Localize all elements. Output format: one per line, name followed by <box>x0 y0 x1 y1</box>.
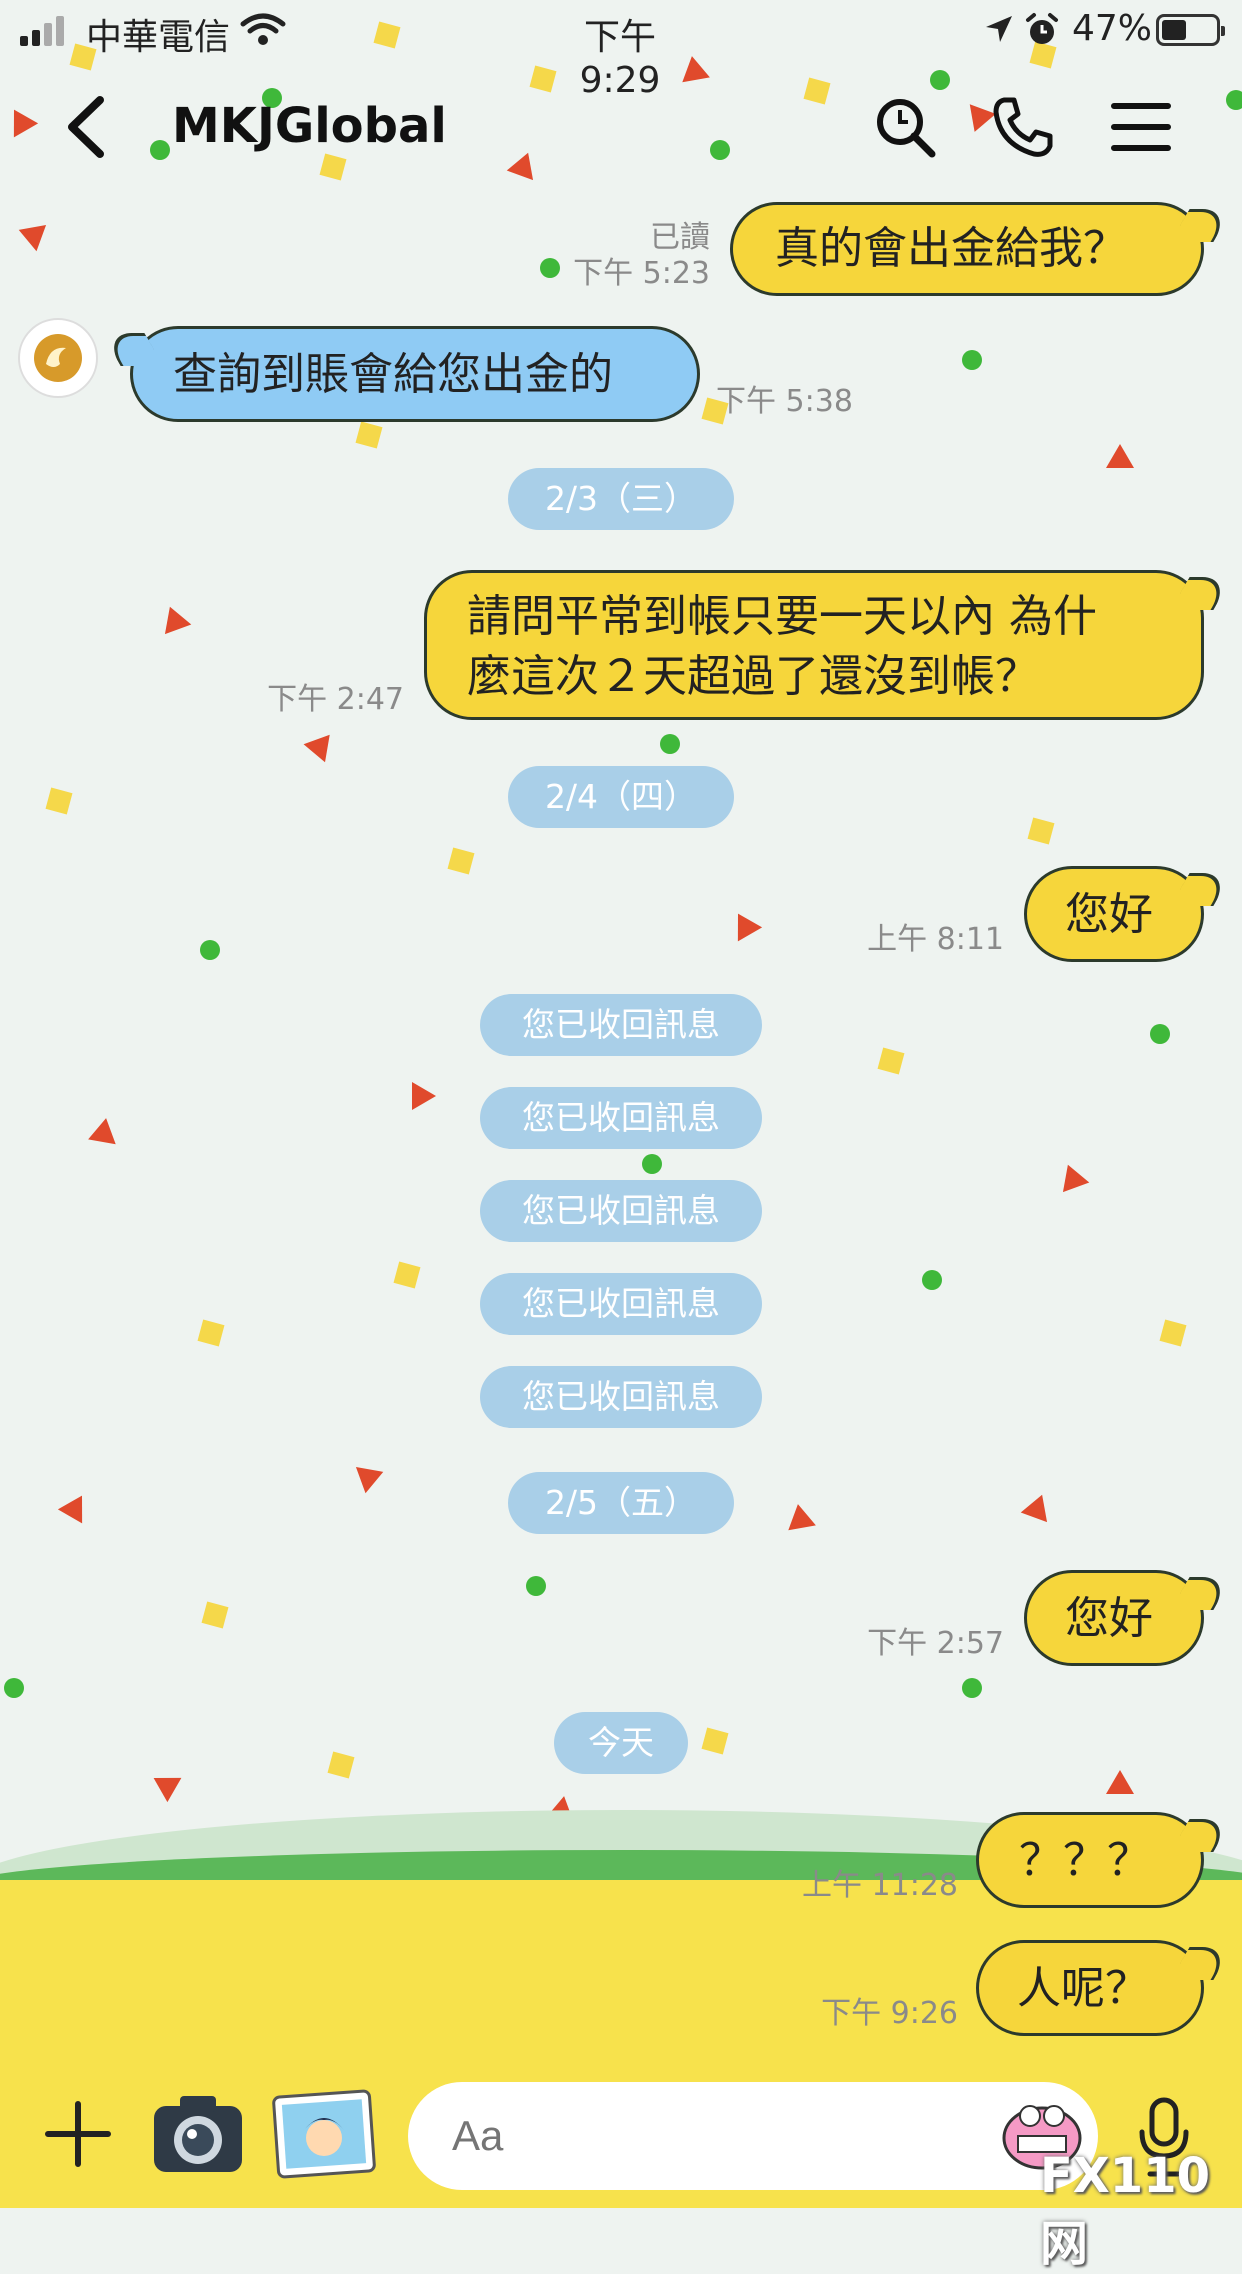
location-icon <box>986 16 1012 42</box>
message-text: 您好 <box>1065 889 1153 940</box>
date-separator: 2/3（三） <box>508 468 734 530</box>
message-bubble-sent[interactable]: 您好 <box>1024 1570 1204 1666</box>
battery-icon <box>1156 14 1225 46</box>
date-separator: 今天 <box>554 1712 688 1774</box>
phone-icon[interactable] <box>990 94 1056 160</box>
alarm-icon <box>1026 13 1058 44</box>
photo-icon[interactable] <box>272 2088 376 2180</box>
wifi-icon <box>240 13 286 45</box>
signal-icon <box>20 16 70 46</box>
message-bubble-sent[interactable]: 請問平常到帳只要一天以內 為什 麼這次２天超過了還沒到帳？ <box>424 570 1204 720</box>
status-time: 下午 9:29 <box>579 17 661 101</box>
plus-icon[interactable] <box>40 2096 116 2172</box>
date-separator: 2/4（四） <box>508 766 734 828</box>
message-text: 您好 <box>1065 1593 1153 1644</box>
message-bubble-sent[interactable]: 您好 <box>1024 866 1204 962</box>
message-time: 下午 9:26 <box>821 1996 958 2031</box>
camera-icon[interactable] <box>150 2088 246 2178</box>
unsent-notice: 您已收回訊息 <box>480 1087 762 1149</box>
battery-percent: 47% <box>1072 8 1153 49</box>
search-icon[interactable] <box>872 94 938 160</box>
message-time: 下午 2:47 <box>267 682 404 717</box>
message-text: 查詢到賬會給您出金的 <box>173 349 613 400</box>
read-receipt: 已讀 <box>650 220 710 255</box>
message-bubble-sent[interactable]: 人呢？ <box>976 1940 1204 2036</box>
chat-title: MKJGlobal <box>172 98 447 154</box>
message-bubble-sent[interactable]: ？？？ <box>976 1812 1204 1908</box>
date-separator: 2/5（五） <box>508 1472 734 1534</box>
message-bubble-sent[interactable]: 真的會出金給我？ <box>730 202 1204 296</box>
message-bubble-received[interactable]: 查詢到賬會給您出金的 <box>130 326 700 422</box>
unsent-notice: 您已收回訊息 <box>480 994 762 1056</box>
message-time: 上午 11:28 <box>802 1868 958 1903</box>
message-time: 上午 8:11 <box>867 922 1004 957</box>
menu-icon[interactable] <box>1108 94 1174 160</box>
message-time: 下午 2:57 <box>867 1626 1004 1661</box>
message-input[interactable] <box>408 2082 1098 2190</box>
watermark: FX110网 <box>1040 2148 1210 2272</box>
message-time: 下午 5:23 <box>573 256 710 291</box>
message-text-line: 麼這次２天超過了還沒到帳？ <box>467 651 1039 702</box>
status-bar: 中華電信 下午 9:29 47% <box>0 0 1242 101</box>
brand-logo-icon <box>34 334 82 382</box>
message-text: 人呢？ <box>1017 1963 1149 2014</box>
message-text: 真的會出金給我？ <box>775 223 1127 274</box>
message-text-line: 請問平常到帳只要一天以內 為什 <box>467 591 1097 642</box>
avatar[interactable] <box>18 318 98 398</box>
carrier-name: 中華電信 <box>86 17 231 58</box>
message-time: 下午 5:38 <box>716 384 853 419</box>
unsent-notice: 您已收回訊息 <box>480 1180 762 1242</box>
unsent-notice: 您已收回訊息 <box>480 1366 762 1428</box>
message-text: ？？？ <box>1019 1835 1151 1886</box>
unsent-notice: 您已收回訊息 <box>480 1273 762 1335</box>
back-icon[interactable] <box>60 92 120 162</box>
